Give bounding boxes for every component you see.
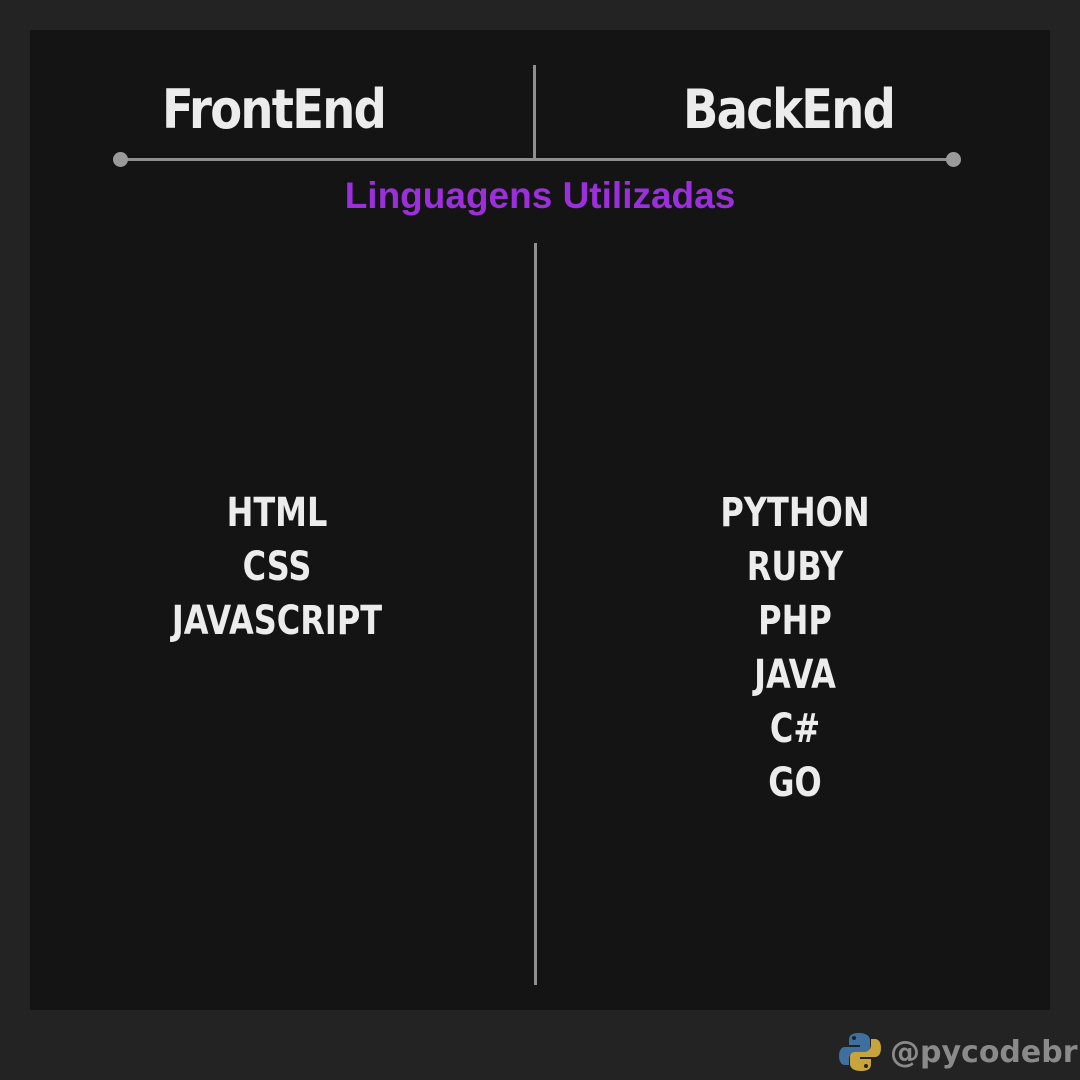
subtitle: Linguagens Utilizadas [344,175,736,216]
backend-language-item: GO [768,760,822,806]
backend-language-item: PYTHON [720,490,870,536]
horizontal-divider [121,158,953,161]
divider-left-dot [113,152,128,167]
backend-language-item: C# [769,706,821,752]
column-divider [534,243,537,985]
divider-right-dot [946,152,961,167]
frontend-language-list: HTML CSS JAVASCRIPT [127,486,427,648]
watermark-handle: @pycodebr [890,1034,1078,1070]
python-logo-icon [839,1033,881,1071]
frontend-language-item: CSS [242,544,312,590]
frontend-title: FrontEnd [162,78,387,141]
backend-language-item: JAVA [754,652,836,698]
backend-language-list: PYTHON RUBY PHP JAVA C# GO [645,486,945,810]
title-divider [533,65,536,160]
backend-language-item: PHP [758,598,832,644]
frontend-language-item: HTML [226,490,328,536]
backend-title: BackEnd [683,78,896,141]
backend-language-item: RUBY [746,544,844,590]
watermark: @pycodebr [838,1030,1078,1074]
frontend-language-item: JAVASCRIPT [171,598,383,644]
